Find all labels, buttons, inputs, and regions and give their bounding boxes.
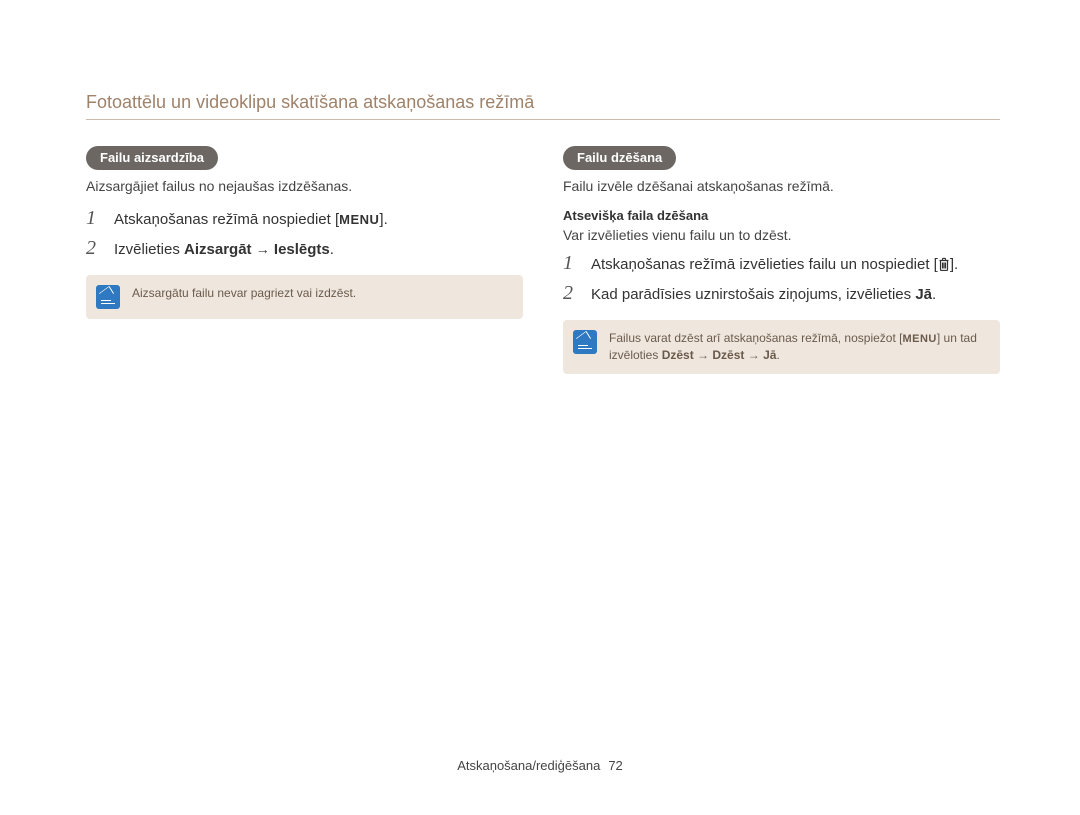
text-strong: Ieslēgts [274, 241, 330, 258]
text-fragment: Atskaņošanas režīmā nospiediet [ [114, 211, 339, 228]
step-item: 2 Kad parādīsies uznirstošais ziņojums, … [563, 283, 1000, 305]
menu-glyph: MENU [339, 212, 379, 227]
step-number: 1 [563, 253, 581, 273]
text-fragment: . [330, 241, 334, 258]
text-fragment: . [932, 286, 936, 303]
text-strong: Dzēst [662, 348, 694, 362]
left-column: Failu aizsardzība Aizsargājiet failus no… [86, 146, 523, 374]
note-text: Failus varat dzēst arī atskaņošanas režī… [609, 330, 986, 364]
step-number: 2 [86, 238, 104, 258]
footer-section: Atskaņošana/rediģēšana [457, 758, 600, 773]
protection-description: Aizsargājiet failus no nejaušas izdzēšan… [86, 178, 523, 194]
text-strong: Dzēst [712, 348, 744, 362]
arrow-icon: → [748, 348, 760, 362]
note-text: Aizsargātu failu nevar pagriezt vai izdz… [132, 285, 356, 302]
deletion-steps: 1 Atskaņošanas režīmā izvēlieties failu … [563, 253, 1000, 306]
deletion-subdesc: Var izvēlieties vienu failu un to dzēst. [563, 227, 1000, 243]
trash-icon [938, 257, 950, 271]
note-icon [96, 285, 120, 309]
arrow-icon: → [256, 241, 270, 257]
step-item: 2 Izvēlieties Aizsargāt → Ieslēgts. [86, 238, 523, 260]
text-fragment: Failus varat dzēst arī atskaņošanas režī… [609, 331, 902, 345]
page-title: Fotoattēlu un videoklipu skatīšana atska… [86, 92, 1000, 113]
content-columns: Failu aizsardzība Aizsargājiet failus no… [86, 146, 1000, 374]
note-box: Aizsargātu failu nevar pagriezt vai izdz… [86, 275, 523, 319]
step-text: Kad parādīsies uznirstošais ziņojums, iz… [591, 285, 936, 305]
step-text: Atskaņošanas režīmā izvēlieties failu un… [591, 255, 958, 275]
page-footer: Atskaņošana/rediģēšana 72 [0, 758, 1080, 773]
step-number: 1 [86, 208, 104, 228]
document-page: Fotoattēlu un videoklipu skatīšana atska… [0, 0, 1080, 815]
note-icon [573, 330, 597, 354]
deletion-description: Failu izvēle dzēšanai atskaņošanas režīm… [563, 178, 1000, 194]
text-strong: Aizsargāt [184, 241, 252, 258]
deletion-subhead: Atsevišķa faila dzēšana [563, 208, 1000, 223]
section-pill-deletion: Failu dzēšana [563, 146, 676, 170]
text-fragment: Izvēlieties [114, 241, 184, 258]
step-number: 2 [563, 283, 581, 303]
protection-steps: 1 Atskaņošanas režīmā nospiediet [MENU].… [86, 208, 523, 261]
text-fragment: Kad parādīsies uznirstošais ziņojums, iz… [591, 286, 915, 303]
text-fragment: ]. [379, 211, 387, 228]
step-item: 1 Atskaņošanas režīmā izvēlieties failu … [563, 253, 1000, 275]
section-pill-protection: Failu aizsardzība [86, 146, 218, 170]
step-text: Atskaņošanas režīmā nospiediet [MENU]. [114, 210, 388, 230]
right-column: Failu dzēšana Failu izvēle dzēšanai atsk… [563, 146, 1000, 374]
footer-page-number: 72 [608, 758, 622, 773]
arrow-icon: → [697, 348, 709, 362]
note-box: Failus varat dzēst arī atskaņošanas režī… [563, 320, 1000, 374]
text-fragment: Atskaņošanas režīmā izvēlieties failu un… [591, 256, 938, 273]
text-fragment: . [776, 348, 779, 362]
text-fragment: ]. [950, 256, 958, 273]
step-item: 1 Atskaņošanas režīmā nospiediet [MENU]. [86, 208, 523, 230]
menu-glyph: MENU [902, 333, 936, 345]
step-text: Izvēlieties Aizsargāt → Ieslēgts. [114, 240, 334, 260]
text-strong: Jā [915, 286, 932, 303]
title-rule [86, 119, 1000, 120]
text-strong: Jā [763, 348, 776, 362]
